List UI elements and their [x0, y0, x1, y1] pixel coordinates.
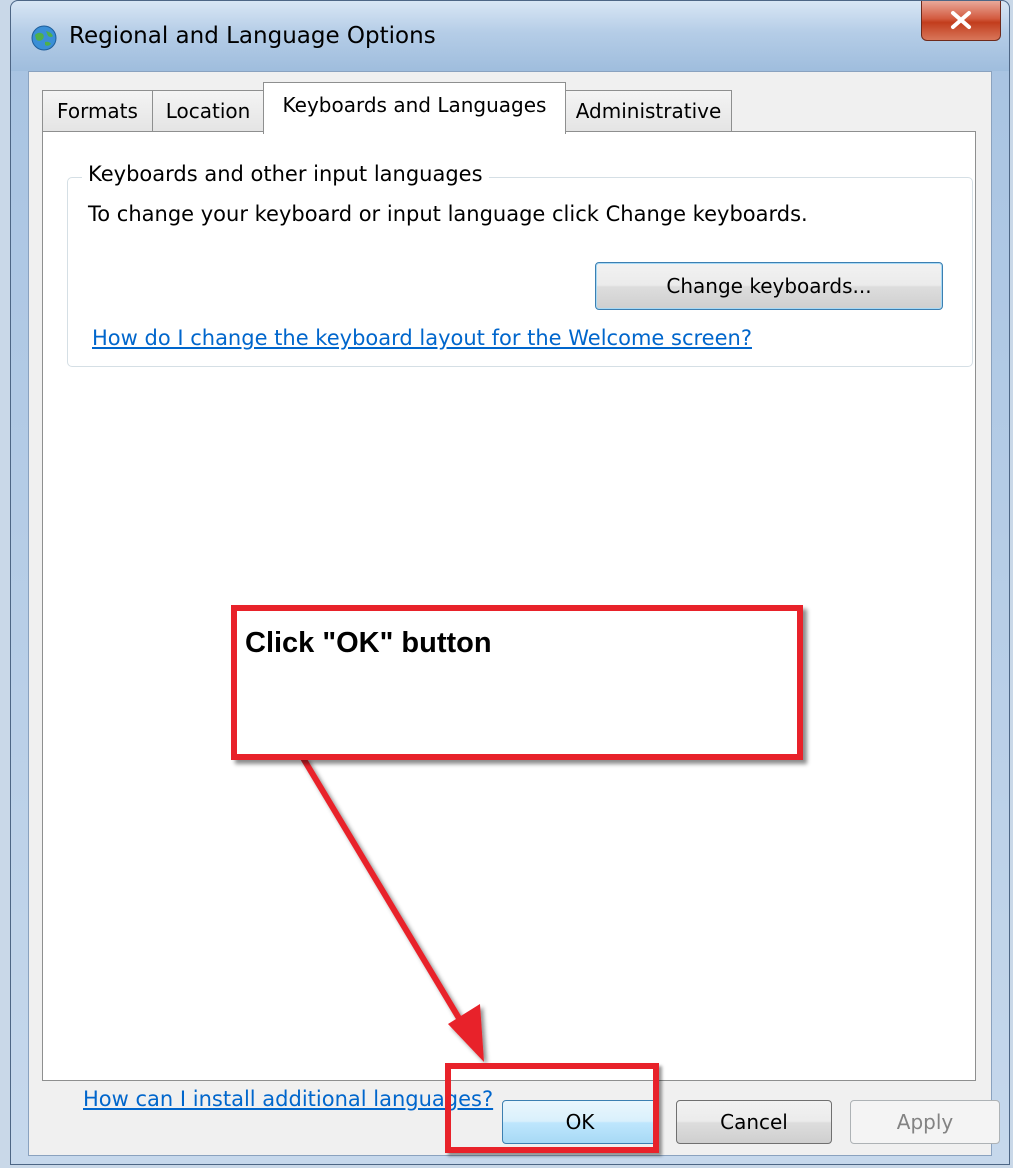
tab-administrative[interactable]: Administrative [565, 90, 732, 132]
group-description: To change your keyboard or input languag… [88, 202, 808, 226]
ok-button-highlight-box [445, 1063, 659, 1153]
annotation-callout: Click "OK" button [231, 605, 803, 760]
keyboards-group: Keyboards and other input languages To c… [67, 162, 973, 367]
tab-formats[interactable]: Formats [42, 90, 153, 132]
close-button[interactable] [921, 1, 1001, 41]
apply-button[interactable]: Apply [850, 1100, 1000, 1144]
tab-keyboards-and-languages[interactable]: Keyboards and Languages [263, 82, 566, 134]
globe-icon [31, 25, 57, 51]
title-bar[interactable]: Regional and Language Options [11, 1, 1009, 71]
tab-location[interactable]: Location [152, 90, 264, 132]
change-keyboards-button[interactable]: Change keyboards... [595, 262, 943, 310]
dialog-window: Regional and Language Options Formats Lo… [10, 0, 1010, 1165]
group-title: Keyboards and other input languages [82, 162, 489, 186]
install-languages-link[interactable]: How can I install additional languages? [83, 1087, 493, 1111]
welcome-screen-layout-link[interactable]: How do I change the keyboard layout for … [92, 326, 752, 350]
window-title: Regional and Language Options [69, 23, 436, 49]
annotation-callout-text: Click "OK" button [245, 627, 492, 659]
cancel-button[interactable]: Cancel [676, 1100, 832, 1144]
close-icon [951, 11, 971, 29]
